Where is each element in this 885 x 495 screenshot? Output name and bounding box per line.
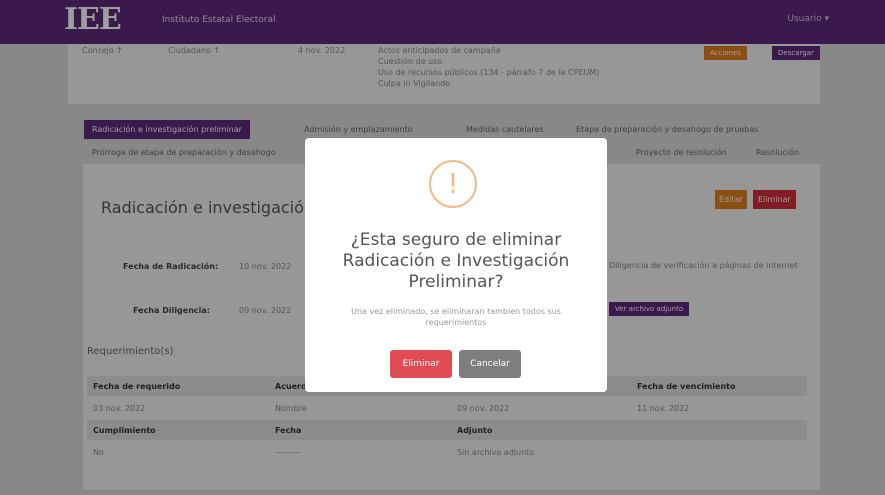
modal-title: ¿Esta seguro de eliminar Radicación e In… <box>342 230 570 292</box>
confirm-delete-button[interactable]: Eliminar <box>390 350 452 378</box>
warning-icon: ! <box>429 160 477 208</box>
delete-confirm-modal: ! ¿Esta seguro de eliminar Radicación e … <box>305 138 607 392</box>
cancel-button[interactable]: Cancelar <box>459 350 521 378</box>
modal-message: Una vez eliminado, se eliminaran tambien… <box>351 307 561 327</box>
